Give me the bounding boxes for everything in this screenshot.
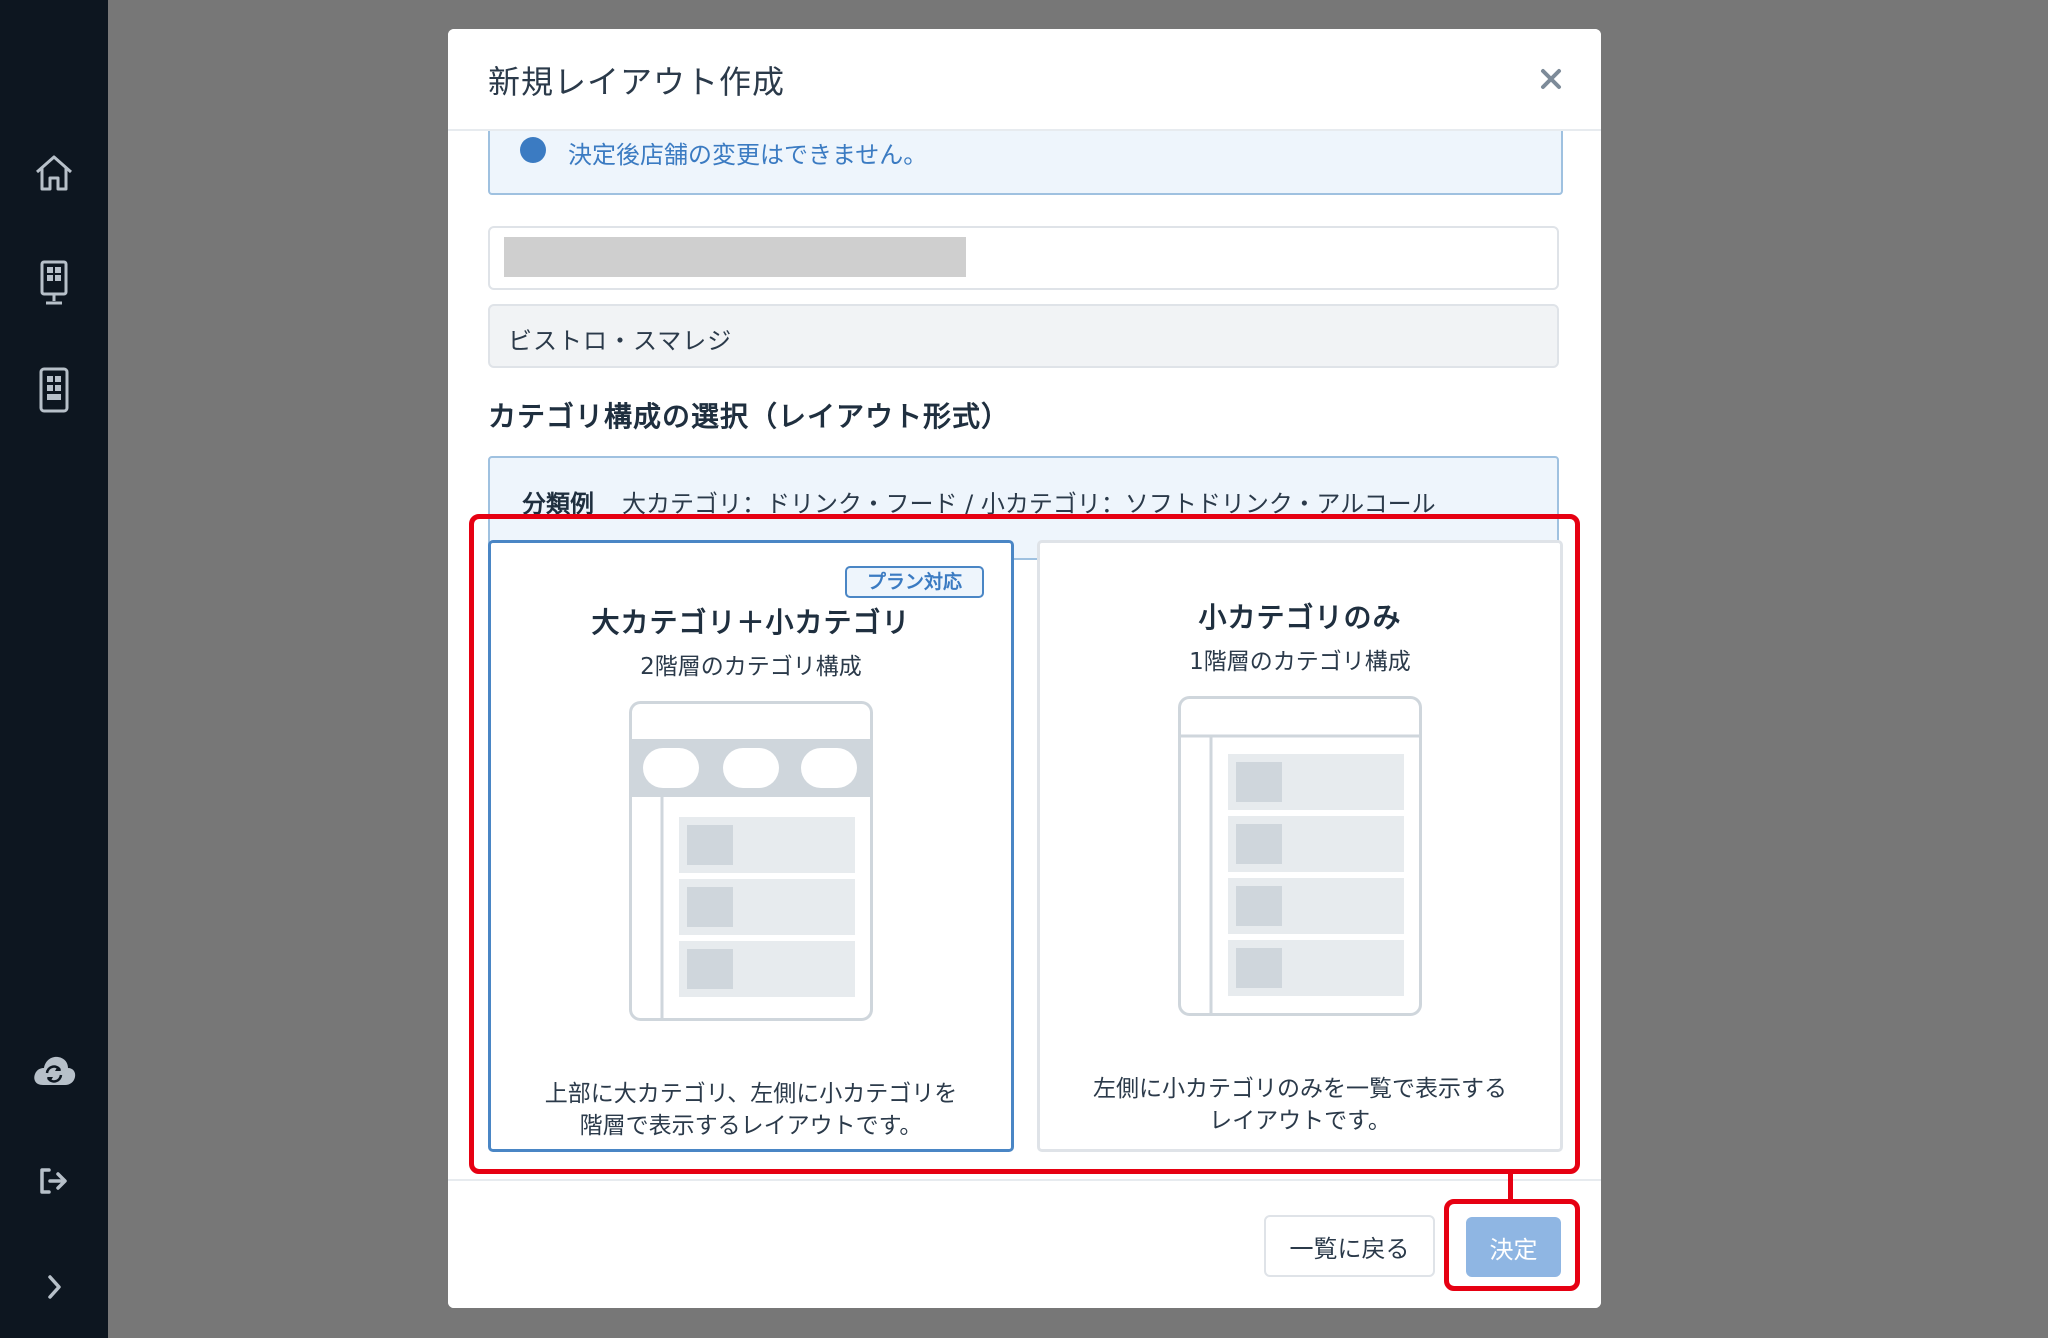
new-layout-modal: 新規レイアウト作成 決定後店舗の変更はできません。 ビストロ・スマレジ カテゴリ… [448, 29, 1601, 1308]
modal-footer: 一覧に戻る 決定 [448, 1179, 1601, 1308]
option-card-two-level[interactable]: プラン対応 大カテゴリ＋小カテゴリ 2階層のカテゴリ構成 上部に大カテゴリ、左側… [488, 540, 1014, 1152]
modal-header: 新規レイアウト作成 [448, 29, 1601, 131]
handheld-device-icon[interactable] [27, 363, 81, 417]
close-icon [1541, 69, 1561, 89]
option-title: 大カテゴリ＋小カテゴリ [591, 606, 911, 639]
modal-body: 決定後店舗の変更はできません。 ビストロ・スマレジ カテゴリ構成の選択（レイアウ… [448, 129, 1601, 1209]
layout-name-input[interactable] [488, 226, 1559, 290]
store-name: ビストロ・スマレジ [508, 327, 733, 355]
plan-badge: プラン対応 [844, 566, 984, 598]
info-icon [520, 137, 546, 163]
cloud-sync-icon[interactable] [27, 1043, 81, 1097]
option-desc-line-2: レイアウトです。 [1209, 1108, 1391, 1134]
confirm-button[interactable]: 決定 [1466, 1217, 1561, 1277]
single-level-layout-illustration [1178, 696, 1422, 1016]
option-subtitle: 2階層のカテゴリ構成 [640, 654, 862, 680]
home-icon[interactable] [27, 146, 81, 200]
option-card-single-level[interactable]: 小カテゴリのみ 1階層のカテゴリ構成 左側に小カテゴリのみを一覧で表示する レイ… [1037, 540, 1563, 1152]
two-level-layout-illustration [629, 701, 873, 1021]
register-terminal-icon[interactable] [27, 256, 81, 310]
example-text: 大カテゴリ：ドリンク・フード / 小カテゴリ：ソフトドリンク・アルコール [622, 490, 1436, 518]
notice-text: 決定後店舗の変更はできません。 [568, 141, 928, 169]
option-title: 小カテゴリのみ [1198, 601, 1402, 634]
modal-title: 新規レイアウト作成 [488, 63, 786, 101]
close-button[interactable] [1531, 59, 1571, 99]
back-to-list-button[interactable]: 一覧に戻る [1264, 1215, 1435, 1277]
option-desc-line-1: 左側に小カテゴリのみを一覧で表示する [1093, 1076, 1507, 1102]
option-subtitle: 1階層のカテゴリ構成 [1189, 649, 1411, 675]
sidebar [0, 0, 108, 1338]
example-label: 分類例 [522, 490, 594, 518]
option-desc-line-1: 上部に大カテゴリ、左側に小カテゴリを [544, 1081, 958, 1107]
option-desc-line-2: 階層で表示するレイアウトです。 [579, 1113, 923, 1139]
logout-icon[interactable] [27, 1154, 81, 1208]
store-field: ビストロ・スマレジ [488, 304, 1559, 368]
redacted-value [504, 237, 966, 277]
chevron-right-icon[interactable] [27, 1260, 81, 1314]
section-title: カテゴリ構成の選択（レイアウト形式） [488, 400, 1011, 433]
notice-banner: 決定後店舗の変更はできません。 [488, 129, 1563, 195]
